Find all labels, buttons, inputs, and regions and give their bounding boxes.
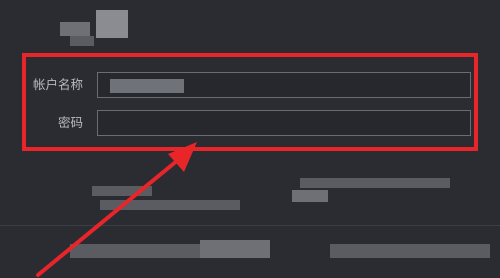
annotation-arrow-icon — [36, 142, 197, 277]
